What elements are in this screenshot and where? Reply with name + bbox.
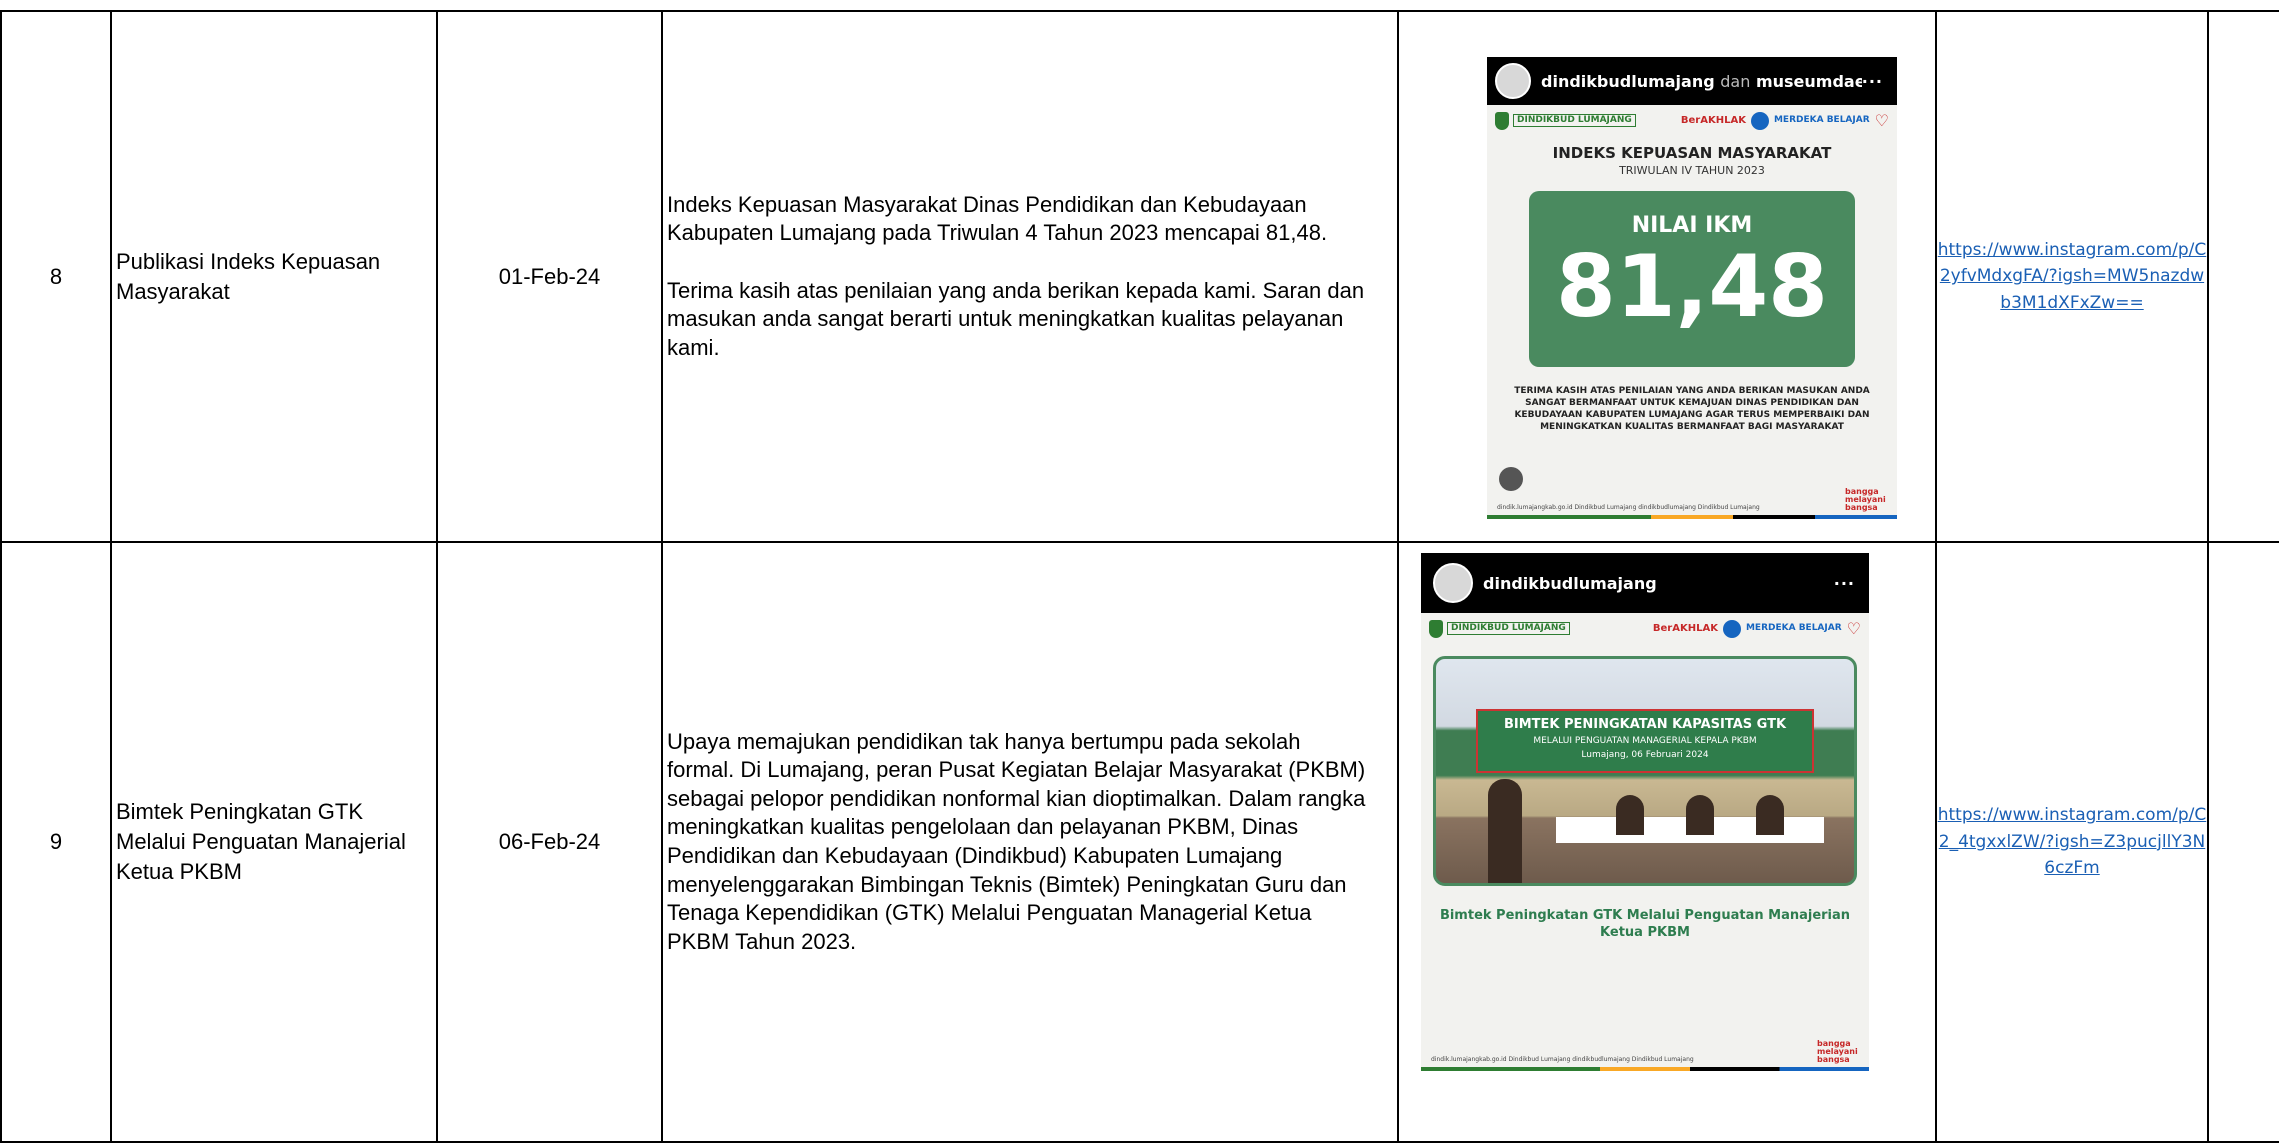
activity-description: Upaya memajukan pendidikan tak hanya ber… (661, 541, 1399, 1143)
berakhlak-logo: BerAKHLAK (1680, 115, 1746, 126)
heart-icon: ♡ (1874, 111, 1889, 130)
avatar (1433, 563, 1473, 603)
merdeka-belajar-logo: MERDEKA BELAJAR (1745, 623, 1842, 633)
description-paragraph: Indeks Kepuasan Masyarakat Dinas Pendidi… (667, 191, 1328, 246)
activity-date: 01-Feb-24 (436, 10, 663, 543)
table-row: 9 Bimtek Peningkatan GTK Melalui Penguat… (0, 541, 2279, 1143)
post-header: dindikbudlumajang dan museumdaerah... ··… (1487, 57, 1897, 105)
dindikbud-logo: DINDIKBUD LUMAJANG (1513, 114, 1636, 127)
crest-icon (1495, 111, 1509, 130)
ikm-score-box: NILAI IKM 81,48 (1529, 191, 1855, 367)
link-cell: https://www.instagram.com/p/C2_4tgxxlZW/… (1935, 541, 2209, 1143)
dindikbud-logo: DINDIKBUD LUMAJANG (1447, 622, 1570, 635)
berakhlak-logo: BerAKHLAK (1652, 623, 1718, 634)
tutwuri-logo-icon (1750, 111, 1769, 130)
logo-row: DINDIKBUD LUMAJANG BerAKHLAK MERDEKA BEL… (1487, 105, 1897, 130)
row-number: 8 (0, 10, 112, 543)
activity-title: Bimtek Peningkatan GTK Melalui Penguatan… (110, 541, 438, 1143)
post-account: dindikbudlumajang (1483, 573, 1657, 593)
user-tag-icon[interactable] (1499, 467, 1523, 491)
bangga-logo: bangga melayani bangsa (1845, 487, 1886, 512)
activity-title: Publikasi Indeks Kepuasan Masyarakat (110, 10, 438, 543)
instagram-link[interactable]: https://www.instagram.com/p/C2yfvMdxgFA/… (1938, 240, 2207, 313)
crest-icon (1429, 619, 1443, 638)
link-cell: https://www.instagram.com/p/C2yfvMdxgFA/… (1935, 10, 2209, 543)
footer-contacts: dindik.lumajangkab.go.id Dindikbud Lumaj… (1431, 1055, 1694, 1063)
ikm-thanks-text: TERIMA KASIH ATAS PENILAIAN YANG ANDA BE… (1514, 386, 1870, 433)
post-image-cell: dindikbudlumajang dan museumdaerah... ··… (1397, 10, 1937, 543)
avatar (1495, 63, 1531, 99)
ikm-heading: INDEKS KEPUASAN MASYARAKAT (1552, 144, 1832, 162)
empty-cell (2207, 10, 2279, 543)
ikm-subheading: TRIWULAN IV TAHUN 2023 (1619, 164, 1765, 177)
photo-person (1488, 779, 1522, 883)
post-footer: dindik.lumajangkab.go.id Dindikbud Lumaj… (1487, 495, 1897, 519)
footer-stripe (1487, 515, 1897, 519)
footer-contacts: dindik.lumajangkab.go.id Dindikbud Lumaj… (1497, 503, 1760, 511)
merdeka-belajar-logo: MERDEKA BELAJAR (1773, 115, 1870, 125)
row-number: 9 (0, 541, 112, 1143)
event-photo: BIMTEK PENINGKATAN KAPASITAS GTK MELALUI… (1433, 656, 1857, 886)
footer-stripe (1421, 1067, 1869, 1071)
activity-date: 06-Feb-24 (436, 541, 663, 1143)
post-caption: Bimtek Peningkatan GTK Melalui Penguatan… (1439, 908, 1851, 940)
spreadsheet-table: 8 Publikasi Indeks Kepuasan Masyarakat 0… (0, 10, 2279, 1143)
ikm-score-value: 81,48 (1555, 237, 1829, 337)
post-footer: dindik.lumajangkab.go.id Dindikbud Lumaj… (1421, 1047, 1869, 1071)
logo-row: DINDIKBUD LUMAJANG BerAKHLAK MERDEKA BEL… (1421, 613, 1869, 638)
empty-cell (2207, 541, 2279, 1143)
description-paragraph: Upaya memajukan pendidikan tak hanya ber… (667, 728, 1366, 954)
heart-icon: ♡ (1846, 619, 1861, 638)
more-icon: ··· (1861, 71, 1883, 91)
description-paragraph: Terima kasih atas penilaian yang anda be… (667, 277, 1365, 360)
bangga-logo: bangga melayani bangsa (1817, 1039, 1858, 1064)
photo-person (1616, 795, 1644, 835)
post-account: dindikbudlumajang (1541, 71, 1715, 91)
post-collab: museumdaerah... (1755, 71, 1862, 91)
tutwuri-logo-icon (1722, 619, 1741, 638)
post-image-cell: dindikbudlumajang ··· DINDIKBUD LUMAJANG… (1397, 541, 1937, 1143)
event-banner-title: BIMTEK PENINGKATAN KAPASITAS GTK (1503, 717, 1787, 732)
photo-person (1686, 795, 1714, 835)
post-header: dindikbudlumajang ··· (1421, 553, 1869, 613)
instagram-post-image[interactable]: dindikbudlumajang dan museumdaerah... ··… (1487, 57, 1897, 519)
instagram-post-image[interactable]: dindikbudlumajang ··· DINDIKBUD LUMAJANG… (1421, 553, 1869, 1071)
ikm-score-label: NILAI IKM (1631, 213, 1753, 238)
photo-person (1756, 795, 1784, 835)
more-icon: ··· (1833, 573, 1855, 593)
instagram-link[interactable]: https://www.instagram.com/p/C2_4tgxxlZW/… (1938, 805, 2207, 878)
event-banner-date: Lumajang, 06 Februari 2024 (1581, 750, 1709, 760)
table-row: 8 Publikasi Indeks Kepuasan Masyarakat 0… (0, 10, 2279, 543)
event-banner-subtitle: MELALUI PENGUATAN MANAGERIAL KEPALA PKBM (1533, 736, 1757, 746)
post-connector: dan (1720, 71, 1751, 91)
event-banner: BIMTEK PENINGKATAN KAPASITAS GTK MELALUI… (1476, 709, 1814, 773)
activity-description: Indeks Kepuasan Masyarakat Dinas Pendidi… (661, 10, 1399, 543)
